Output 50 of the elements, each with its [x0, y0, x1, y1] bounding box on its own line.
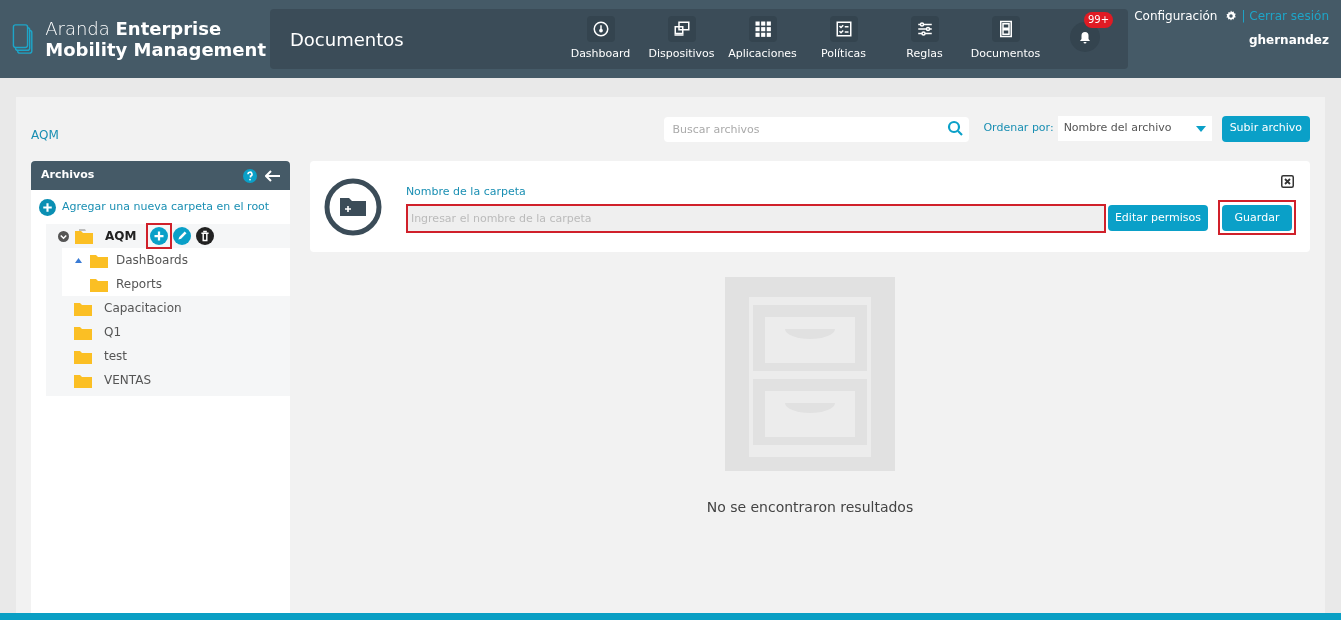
- username: ghernandez: [1248, 32, 1329, 49]
- devices-icon: [672, 19, 691, 38]
- nav-item[interactable]: Aplicaciones: [722, 15, 803, 63]
- tree-item[interactable]: DashBoards: [116, 251, 188, 269]
- add-icon[interactable]: [39, 198, 56, 216]
- empty-message: No se encontraron resultados: [706, 498, 914, 517]
- folder-icon: [74, 372, 92, 388]
- help-icon[interactable]: [242, 168, 257, 183]
- sort-label: Ordenar por:: [983, 120, 1054, 137]
- bell-button[interactable]: [1070, 22, 1100, 52]
- nav-item[interactable]: Reglas: [884, 15, 965, 63]
- grid-icon: [753, 19, 772, 38]
- checklist-icon: [834, 19, 853, 38]
- back-arrow-icon[interactable]: [264, 169, 280, 182]
- tree-item[interactable]: Reports: [116, 275, 163, 293]
- new-folder-icon: [323, 177, 382, 236]
- notification-badge: 99+: [1084, 12, 1114, 28]
- trash-icon[interactable]: [196, 227, 215, 245]
- panel-title: Archivos: [41, 167, 95, 184]
- folder-icon: [74, 348, 92, 364]
- brand-name: Aranda Enterprise: [45, 18, 223, 39]
- tree-item[interactable]: VENTAS: [104, 371, 151, 389]
- search-icon[interactable]: [947, 120, 964, 136]
- gear-icon[interactable]: [1225, 10, 1238, 22]
- nav-item[interactable]: Dashboard: [560, 15, 641, 63]
- nav-item[interactable]: Dispositivos: [641, 15, 722, 63]
- bell-icon: [1077, 29, 1093, 45]
- expanded-chevron-icon[interactable]: [58, 230, 69, 242]
- add-root-folder-link[interactable]: Agregar una nueva carpeta en el root: [62, 198, 270, 216]
- sort-dropdown[interactable]: Nombre del archivo: [1057, 116, 1212, 141]
- tree-item[interactable]: Capacitacion: [104, 299, 182, 317]
- sliders-icon: [915, 19, 934, 38]
- folder-icon: [90, 276, 108, 292]
- caret-icon: [1195, 125, 1206, 132]
- tree-item[interactable]: Q1: [104, 323, 122, 341]
- nav-item[interactable]: Documentos: [965, 15, 1046, 63]
- nav-item[interactable]: Políticas: [803, 15, 884, 63]
- brand-subtitle: Mobility Management: [45, 39, 266, 60]
- page-title: Documentos: [289, 27, 405, 52]
- search-field[interactable]: Buscar archivos: [664, 117, 970, 142]
- tree-item[interactable]: test: [104, 347, 128, 365]
- folder-icon: [74, 300, 92, 316]
- folder-icon: [90, 252, 108, 268]
- tree-item[interactable]: AQM: [105, 227, 137, 245]
- settings-link[interactable]: Configuración: [1134, 7, 1218, 25]
- gauge-icon: [591, 19, 610, 38]
- close-icon[interactable]: [1281, 175, 1294, 188]
- open-folder-icon: [75, 228, 93, 244]
- folder-icon: [74, 324, 92, 340]
- field-label: Nombre de la carpeta: [405, 183, 527, 200]
